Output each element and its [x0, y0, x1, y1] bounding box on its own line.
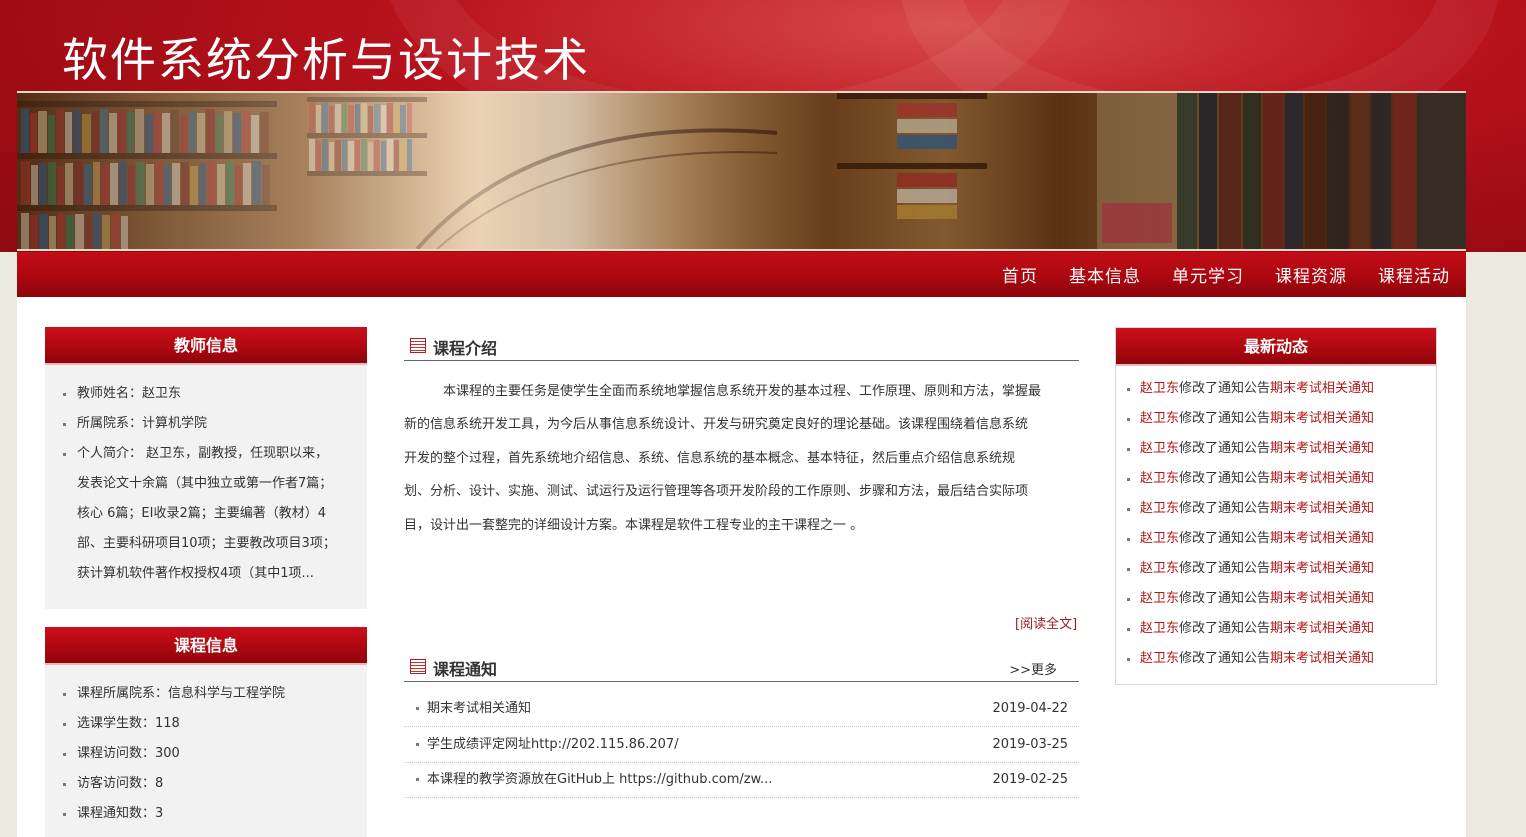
notice-section-header: 课程通知 >>更多: [404, 652, 1079, 682]
intro-line: 目，设计出一套整完的详细设计方案。本课程是软件工程专业的主干课程之一 。: [404, 517, 864, 533]
news-notice-link[interactable]: 期末考试相关通知: [1270, 501, 1374, 516]
news-action: 修改了通知公告: [1179, 651, 1271, 666]
guest-visits: 访客访问数：8: [63, 769, 349, 799]
news-notice-link[interactable]: 期末考试相关通知: [1270, 591, 1374, 606]
news-item: 赵卫东修改了通知公告期末考试相关通知: [1126, 554, 1426, 584]
bullet-icon: [416, 778, 419, 781]
more-notices-link[interactable]: >>更多: [1009, 659, 1057, 678]
intro-line: 新的信息系统开发工具，为今后从事信息系统设计、开发与研究奠定良好的理论基础。该课…: [404, 417, 1029, 433]
site-title: 软件系统分析与设计技术: [62, 33, 590, 87]
intro-section-header: 课程介绍: [404, 331, 1079, 361]
teacher-name: 教师姓名：赵卫东: [63, 379, 349, 409]
news-action: 修改了通知公告: [1179, 471, 1271, 486]
news-notice-link[interactable]: 期末考试相关通知: [1270, 411, 1374, 426]
notice-date: 2019-04-22: [992, 701, 1068, 716]
news-item: 赵卫东修改了通知公告期末考试相关通知: [1126, 404, 1426, 434]
section-list-icon: [410, 659, 426, 674]
notice-row: 学生成绩评定网址http://202.115.86.207/ 2019-03-2…: [404, 727, 1079, 763]
notice-heading: 课程通知: [433, 660, 498, 679]
news-user-link[interactable]: 赵卫东: [1140, 531, 1179, 546]
course-students: 选课学生数：118: [63, 709, 349, 739]
news-item: 赵卫东修改了通知公告期末考试相关通知: [1126, 374, 1426, 404]
intro-line: 开发的整个过程，首先系统地介绍信息、系统、信息系统的基本概念、基本特征，然后重点…: [404, 450, 1016, 466]
news-notice-link[interactable]: 期末考试相关通知: [1270, 531, 1374, 546]
banner-image: [17, 91, 1466, 251]
course-visits: 课程访问数：300: [63, 739, 349, 769]
course-dept: 课程所属院系：信息科学与工程学院: [63, 679, 349, 709]
bullet-icon: [416, 707, 419, 710]
news-action: 修改了通知公告: [1179, 501, 1271, 516]
news-action: 修改了通知公告: [1179, 381, 1271, 396]
section-list-icon: [410, 338, 426, 353]
teacher-info-heading: 教师信息: [45, 327, 367, 365]
news-action: 修改了通知公告: [1179, 591, 1271, 606]
news-action: 修改了通知公告: [1179, 531, 1271, 546]
notice-title[interactable]: 期末考试相关通知: [427, 691, 531, 727]
notice-row: 期末考试相关通知 2019-04-22: [404, 691, 1079, 727]
nav-course-activities[interactable]: 课程活动: [1378, 262, 1450, 287]
latest-news-heading: 最新动态: [1116, 328, 1436, 366]
news-user-link[interactable]: 赵卫东: [1140, 561, 1179, 576]
teacher-info-panel: 教师信息 教师姓名：赵卫东 所属院系：计算机学院 个人简介： 赵卫东，副教授，任…: [45, 327, 367, 609]
notice-date: 2019-03-25: [992, 737, 1068, 752]
news-notice-link[interactable]: 期末考试相关通知: [1270, 471, 1374, 486]
teacher-bio: 个人简介： 赵卫东，副教授，任现职以来， 发表论文十余篇（其中独立或第一作者7篇…: [63, 439, 349, 589]
news-action: 修改了通知公告: [1179, 411, 1271, 426]
nav-course-resources[interactable]: 课程资源: [1275, 262, 1347, 287]
latest-news-list: 赵卫东修改了通知公告期末考试相关通知 赵卫东修改了通知公告期末考试相关通知 赵卫东修…: [1116, 366, 1436, 674]
notice-date: 2019-02-25: [992, 772, 1068, 787]
news-user-link[interactable]: 赵卫东: [1140, 651, 1179, 666]
news-notice-link[interactable]: 期末考试相关通知: [1270, 651, 1374, 666]
news-user-link[interactable]: 赵卫东: [1140, 621, 1179, 636]
news-action: 修改了通知公告: [1179, 621, 1271, 636]
course-info-heading: 课程信息: [45, 627, 367, 665]
intro-line: 划、分析、设计、实施、测试、试运行及运行管理等各项开发阶段的工作原则、步骤和方法…: [404, 484, 1029, 500]
news-action: 修改了通知公告: [1179, 441, 1271, 456]
notice-row: 本课程的教学资源放在GitHub上 https://github.com/zw.…: [404, 762, 1079, 798]
news-item: 赵卫东修改了通知公告期末考试相关通知: [1126, 464, 1426, 494]
teacher-bio-line: 发表论文十余篇（其中独立或第一作者7篇；: [77, 476, 333, 491]
news-item: 赵卫东修改了通知公告期末考试相关通知: [1126, 494, 1426, 524]
bullet-icon: [416, 743, 419, 746]
read-all-link[interactable]: [阅读全文]: [1015, 613, 1077, 632]
news-notice-link[interactable]: 期末考试相关通知: [1270, 561, 1374, 576]
nav-home[interactable]: 首页: [1002, 262, 1038, 287]
news-notice-link[interactable]: 期末考试相关通知: [1270, 381, 1374, 396]
news-user-link[interactable]: 赵卫东: [1140, 471, 1179, 486]
news-notice-link[interactable]: 期末考试相关通知: [1270, 441, 1374, 456]
intro-heading: 课程介绍: [433, 339, 498, 358]
news-user-link[interactable]: 赵卫东: [1140, 441, 1179, 456]
news-item: 赵卫东修改了通知公告期末考试相关通知: [1126, 434, 1426, 464]
news-user-link[interactable]: 赵卫东: [1140, 591, 1179, 606]
main-content: 教师信息 教师姓名：赵卫东 所属院系：计算机学院 个人简介： 赵卫东，副教授，任…: [17, 297, 1466, 837]
teacher-bio-line: 核心 6篇；EI收录2篇；主要编著（教材）4: [77, 506, 326, 521]
news-user-link[interactable]: 赵卫东: [1140, 501, 1179, 516]
notice-title[interactable]: 学生成绩评定网址http://202.115.86.207/: [427, 727, 679, 763]
teacher-bio-line: 部、主要科研项目10项；主要教改项目3项；: [77, 536, 336, 551]
latest-news-panel: 最新动态 赵卫东修改了通知公告期末考试相关通知 赵卫东修改了通知公告期末考试相关通…: [1115, 327, 1437, 685]
news-item: 赵卫东修改了通知公告期末考试相关通知: [1126, 584, 1426, 614]
nav-unit-study[interactable]: 单元学习: [1172, 262, 1244, 287]
teacher-dept: 所属院系：计算机学院: [63, 409, 349, 439]
nav-basic-info[interactable]: 基本信息: [1069, 262, 1141, 287]
news-user-link[interactable]: 赵卫东: [1140, 381, 1179, 396]
notice-title[interactable]: 本课程的教学资源放在GitHub上 https://github.com/zw.…: [427, 762, 772, 798]
intro-text: 本课程的主要任务是使学生全面而系统地掌握信息系统开发的基本过程、工作原理、原则和…: [404, 375, 1078, 542]
news-item: 赵卫东修改了通知公告期末考试相关通知: [1126, 644, 1426, 674]
news-item: 赵卫东修改了通知公告期末考试相关通知: [1126, 524, 1426, 554]
news-item: 赵卫东修改了通知公告期末考试相关通知: [1126, 614, 1426, 644]
course-notice-count: 课程通知数：3: [63, 799, 349, 829]
main-nav: 首页 基本信息 单元学习 课程资源 课程活动: [17, 252, 1466, 297]
news-notice-link[interactable]: 期末考试相关通知: [1270, 621, 1374, 636]
teacher-bio-line: 个人简介： 赵卫东，副教授，任现职以来，: [77, 446, 329, 461]
teacher-bio-line: 获计算机软件著作权授权4项（其中1项...: [77, 566, 314, 581]
intro-line: 本课程的主要任务是使学生全面而系统地掌握信息系统开发的基本过程、工作原理、原则和…: [404, 384, 1042, 399]
library-illustration: [17, 93, 1466, 249]
news-action: 修改了通知公告: [1179, 561, 1271, 576]
news-user-link[interactable]: 赵卫东: [1140, 411, 1179, 426]
course-info-panel: 课程信息 课程所属院系：信息科学与工程学院 选课学生数：118 课程访问数：30…: [45, 627, 367, 837]
